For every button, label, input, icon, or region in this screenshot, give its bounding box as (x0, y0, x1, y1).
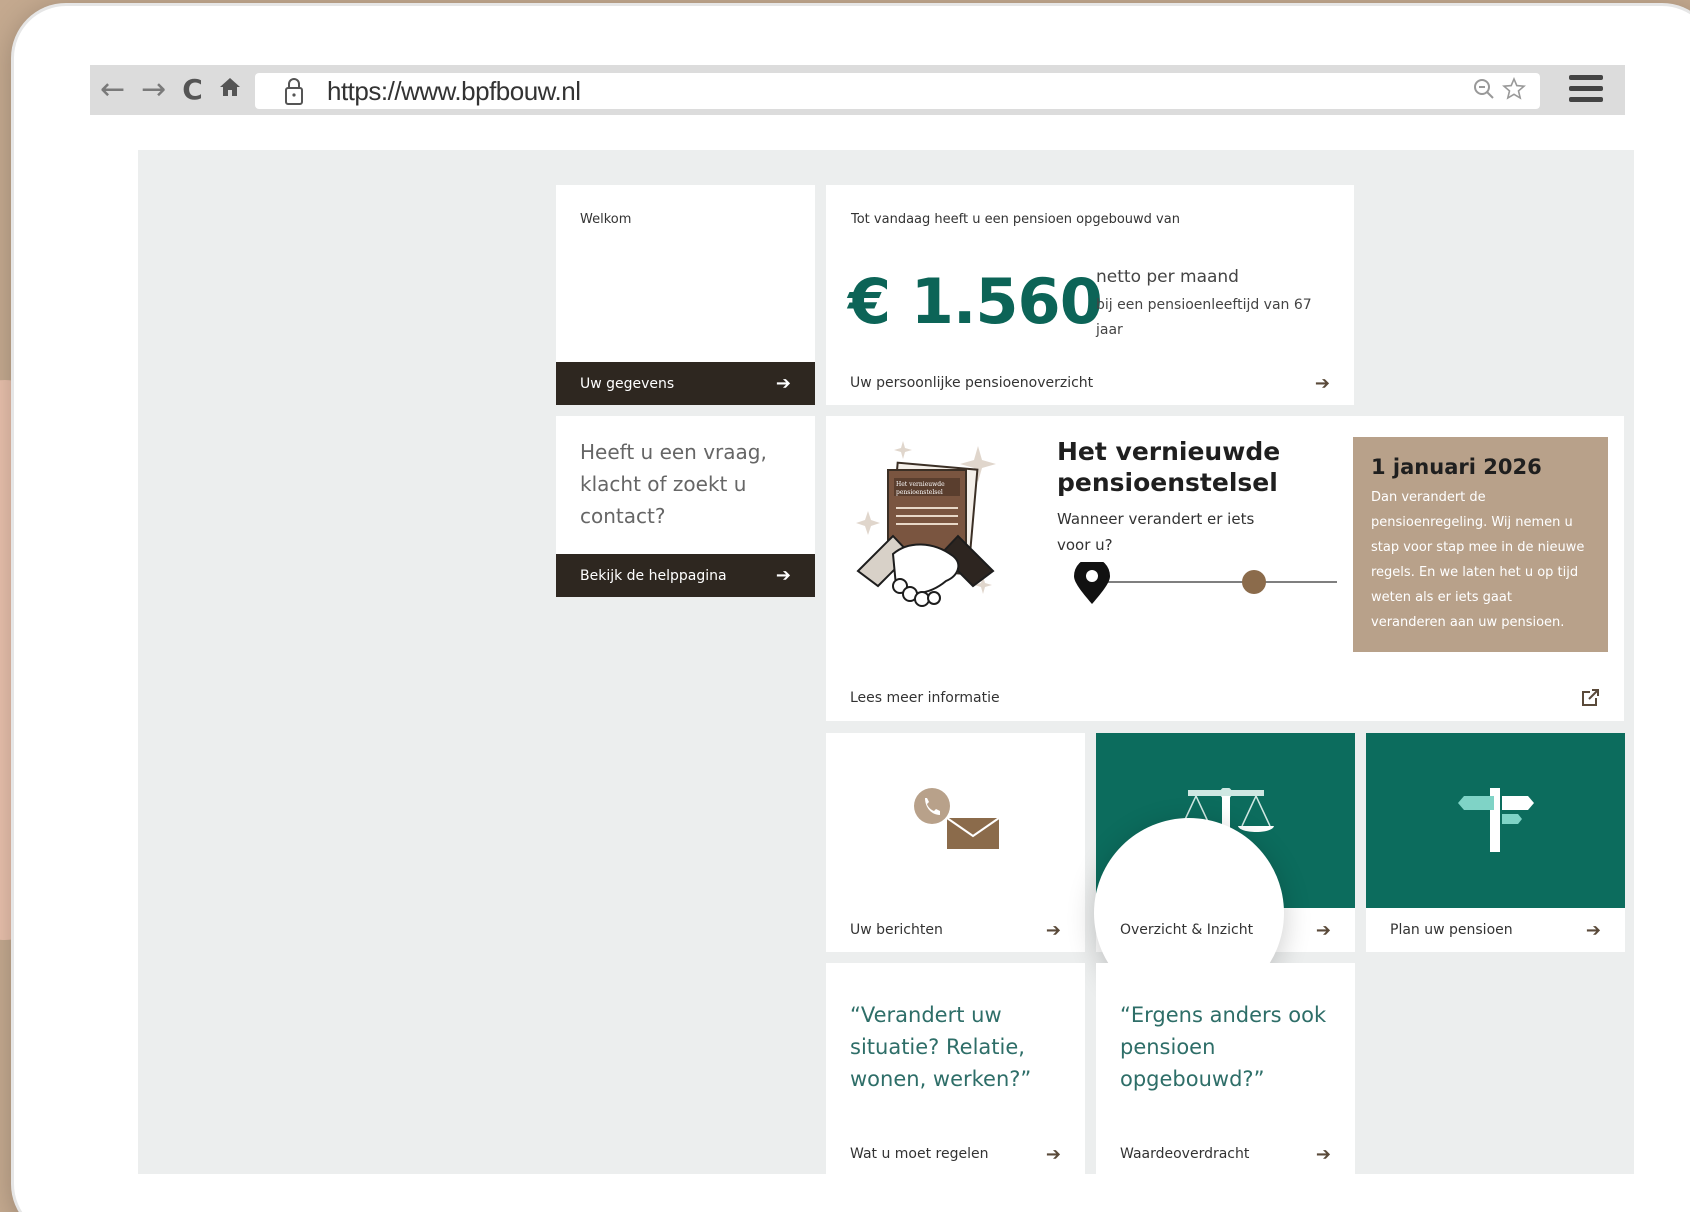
regelen-link[interactable]: Wat u moet regelen ➔ (826, 1132, 1085, 1174)
signpost-icon (1458, 788, 1534, 852)
browser-toolbar: ← → C https://www.bpfbouw.nl (90, 65, 1625, 115)
url-text[interactable]: https://www.bpfbouw.nl (327, 76, 581, 107)
waardeoverdracht-label: Waardeoverdracht (1120, 1146, 1250, 1162)
pension-intro: Tot vandaag heeft u een pensioen opgebou… (851, 212, 1180, 227)
menu-icon[interactable] (1569, 75, 1603, 105)
helppagina-label: Bekijk de helppagina (580, 567, 727, 584)
star-icon[interactable] (1502, 77, 1526, 101)
pension-overview-link[interactable]: Uw persoonlijke pensioenoverzicht ➔ (826, 361, 1354, 405)
address-bar[interactable]: https://www.bpfbouw.nl (255, 73, 1540, 109)
lock-icon (285, 78, 303, 105)
tile-plan[interactable]: Plan uw pensioen ➔ (1366, 733, 1625, 952)
uw-gegevens-label: Uw gegevens (580, 375, 675, 392)
quote-ergens: “Ergens anders ook pensioen opgebouwd?” (1120, 1003, 1327, 1091)
quote-card-situatie: “Verandert uw situatie? Relatie, wonen, … (826, 963, 1085, 1174)
timeline-graphic (1074, 562, 1337, 604)
back-icon[interactable]: ← (100, 73, 125, 107)
reform-date: 1 januari 2026 (1371, 455, 1542, 479)
tile-berichten[interactable]: Uw berichten ➔ (826, 733, 1085, 952)
arrow-right-icon: ➔ (1585, 919, 1601, 941)
reform-card: Het vernieuwde pensioenstelsel Het verni… (826, 416, 1624, 721)
uw-gegevens-button[interactable]: Uw gegevens ➔ (556, 362, 815, 405)
arrow-right-icon: ➔ (775, 373, 791, 394)
plan-banner (1366, 733, 1625, 908)
reform-title: Het vernieuwde pensioenstelsel (1057, 437, 1281, 497)
help-card: Heeft u een vraag, klacht of zoekt u con… (556, 416, 815, 597)
per-month-text: netto per maand (1096, 267, 1239, 287)
arrow-right-icon: ➔ (1314, 372, 1330, 394)
reform-read-more-label: Lees meer informatie (850, 690, 1000, 706)
browser-nav: ← → C (100, 73, 241, 107)
berichten-link[interactable]: Uw berichten ➔ (826, 908, 1085, 952)
arrow-right-icon: ➔ (1045, 1143, 1061, 1165)
arrow-right-icon: ➔ (1315, 919, 1331, 941)
external-link-icon (1582, 689, 1599, 706)
reload-icon[interactable]: C (182, 73, 203, 107)
plan-link[interactable]: Plan uw pensioen ➔ (1366, 908, 1625, 952)
arrow-right-icon: ➔ (775, 565, 791, 586)
zoom-icon[interactable] (1472, 77, 1496, 101)
welcome-title: Welkom (580, 212, 632, 227)
quote-card-waardeoverdracht: “Ergens anders ook pensioen opgebouwd?” … (1096, 963, 1355, 1174)
home-icon[interactable] (219, 73, 241, 107)
berichten-label: Uw berichten (850, 922, 943, 938)
pension-amount: € 1.560 (848, 265, 1103, 338)
waardeoverdracht-link[interactable]: Waardeoverdracht ➔ (1096, 1132, 1355, 1174)
help-question: Heeft u een vraag, klacht of zoekt u con… (580, 440, 767, 528)
quote-situatie: “Verandert uw situatie? Relatie, wonen, … (850, 1003, 1032, 1091)
reform-subtitle: Wanneer verandert er iets voor u? (1057, 510, 1255, 554)
arrow-right-icon: ➔ (1315, 1143, 1331, 1165)
pension-card: Tot vandaag heeft u een pensioen opgebou… (826, 185, 1354, 405)
reform-date-text: Dan verandert de pensioenregeling. Wij n… (1371, 490, 1585, 630)
reform-read-more-link[interactable]: Lees meer informatie (826, 675, 1624, 721)
dashboard: Welkom Uw gegevens ➔ Tot vandaag heeft u… (138, 150, 1634, 1174)
pension-age-note: bij een pensioenleeftijd van 67 jaar (1096, 297, 1312, 338)
url-tools (1472, 77, 1526, 101)
regelen-label: Wat u moet regelen (850, 1146, 989, 1162)
welcome-card: Welkom Uw gegevens ➔ (556, 185, 815, 405)
phone-mail-icon (914, 788, 1000, 849)
overzicht-label: Overzicht & Inzicht (1120, 922, 1254, 938)
helppagina-button[interactable]: Bekijk de helppagina ➔ (556, 554, 815, 597)
pension-overview-label: Uw persoonlijke pensioenoverzicht (850, 375, 1094, 391)
site-header (92, 115, 1634, 150)
overzicht-link[interactable]: Overzicht & Inzicht ➔ (1096, 908, 1355, 952)
svg-text:pensioenstelsel: pensioenstelsel (896, 489, 943, 496)
forward-icon[interactable]: → (141, 73, 166, 107)
handshake-document-icon: Het vernieuwde pensioenstelsel (856, 441, 996, 607)
plan-label: Plan uw pensioen (1390, 922, 1513, 938)
arrow-right-icon: ➔ (1045, 919, 1061, 941)
reform-date-box: 1 januari 2026 Dan verandert de pensioen… (1353, 437, 1608, 652)
svg-text:Het vernieuwde: Het vernieuwde (896, 481, 945, 488)
